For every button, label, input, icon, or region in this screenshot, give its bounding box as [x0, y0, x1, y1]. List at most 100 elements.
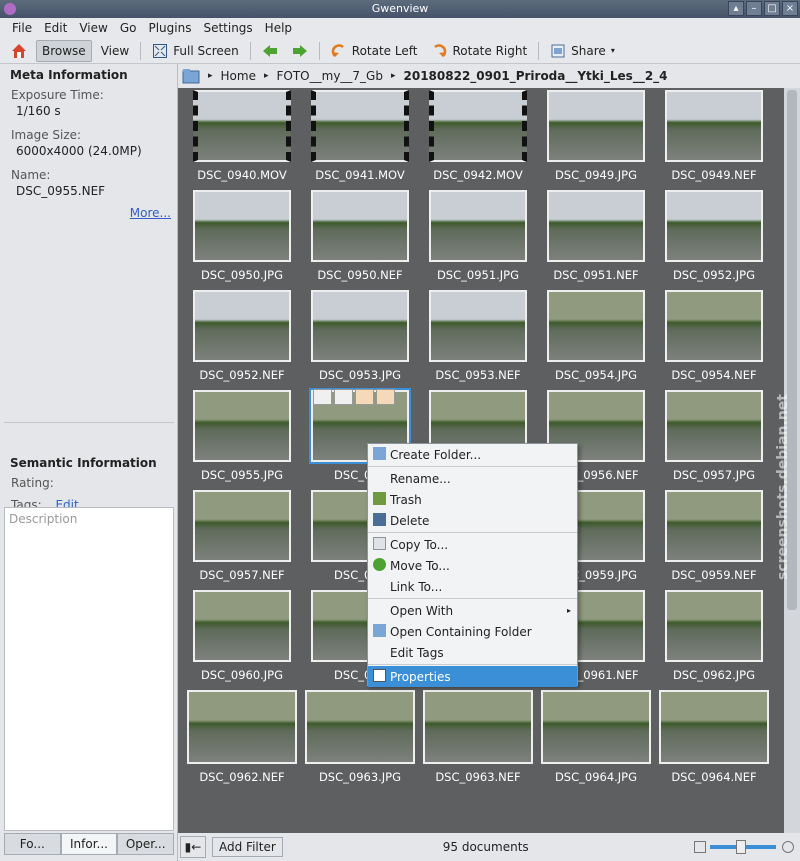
rotate-left-button[interactable]: Rotate Left [326, 40, 423, 62]
menu-plugins[interactable]: Plugins [142, 18, 197, 38]
thumbnail-item[interactable]: DSC_0953.NEF [420, 290, 536, 382]
thumbnail-item[interactable]: DSC_0950.JPG [184, 190, 300, 282]
menu-view[interactable]: View [73, 18, 113, 38]
thumbnail-image[interactable] [665, 290, 763, 362]
thumbnail-image[interactable] [423, 690, 533, 764]
thumbnail-image[interactable] [547, 90, 645, 162]
thumbnail-image[interactable] [193, 590, 291, 662]
thumbnail-image[interactable] [193, 90, 291, 162]
thumbnail-item[interactable]: DSC_0955.JPG [184, 390, 300, 482]
thumbnail-item[interactable]: DSC_0952.JPG [656, 190, 772, 282]
thumbnail-image[interactable] [547, 290, 645, 362]
thumbnail-item[interactable]: DSC_0962.NEF [184, 690, 300, 784]
fullscreen-button[interactable]: Full Screen [147, 40, 244, 62]
rotate-right-button[interactable]: Rotate Right [426, 40, 532, 62]
thumbnail-image[interactable] [311, 190, 409, 262]
menu-help[interactable]: Help [259, 18, 298, 38]
thumbnail-image[interactable] [193, 290, 291, 362]
thumbnail-image[interactable] [665, 90, 763, 162]
rotate-right-icon[interactable] [376, 389, 395, 405]
view-button[interactable]: View [96, 40, 134, 62]
thumbnail-item[interactable]: DSC_0957.NEF [184, 490, 300, 582]
next-button[interactable] [287, 40, 313, 62]
thumbnail-item[interactable]: DSC_0949.JPG [538, 90, 654, 182]
more-link[interactable]: More... [130, 206, 171, 220]
menu-create-folder[interactable]: Create Folder... [368, 444, 577, 465]
thumbnail-item[interactable]: DSC_0963.JPG [302, 690, 418, 784]
thumbnail-item[interactable]: DSC_0950.NEF [302, 190, 418, 282]
thumbnail-item[interactable]: DSC_0959.NEF [656, 490, 772, 582]
thumbnail-item[interactable]: DSC_0953.JPG [302, 290, 418, 382]
keep-above-button[interactable]: ▴ [728, 1, 744, 16]
thumbnail-item[interactable]: DSC_0954.NEF [656, 290, 772, 382]
home-button[interactable] [6, 40, 32, 62]
thumbnail-image[interactable] [305, 690, 415, 764]
menu-delete[interactable]: Delete [368, 510, 577, 531]
thumbnail-item[interactable]: DSC_0940.MOV [184, 90, 300, 182]
tab-operations[interactable]: Oper... [117, 833, 175, 855]
breadcrumb-home[interactable]: Home [221, 69, 256, 83]
tab-folders[interactable]: Fo... [4, 833, 61, 855]
close-button[interactable]: × [782, 1, 798, 16]
thumbnail-image[interactable] [665, 390, 763, 462]
breadcrumb-foto[interactable]: FOTO__my__7_Gb [277, 69, 383, 83]
thumbnail-image[interactable] [193, 490, 291, 562]
menu-open-with[interactable]: Open With ▸ [368, 600, 577, 621]
thumbnail-image[interactable] [429, 90, 527, 162]
menu-properties[interactable]: Properties [368, 666, 577, 687]
thumbnail-image[interactable] [311, 90, 409, 162]
rotate-left-icon[interactable] [355, 389, 374, 405]
menu-edit-tags[interactable]: Edit Tags [368, 642, 577, 663]
breadcrumb-current[interactable]: 20180822_0901_Priroda__Ytki_Les__2_4 [404, 69, 668, 83]
zoom-in-icon[interactable] [782, 841, 794, 853]
menu-rename[interactable]: Rename... [368, 468, 577, 489]
zoom-slider[interactable] [710, 840, 776, 854]
zoom-slider-handle[interactable] [736, 840, 746, 854]
browse-button[interactable]: Browse [36, 39, 92, 62]
thumbnail-image[interactable] [659, 690, 769, 764]
thumbnail-image[interactable] [665, 490, 763, 562]
share-button[interactable]: Share ▾ [545, 40, 620, 62]
toggle-sidebar-button[interactable]: ▮← [180, 836, 206, 858]
thumbnail-image[interactable] [311, 290, 409, 362]
thumbnail-item[interactable]: DSC_0962.JPG [656, 590, 772, 682]
thumbnail-image[interactable] [429, 190, 527, 262]
menu-go[interactable]: Go [114, 18, 143, 38]
thumbnail-item[interactable]: DSC_0960.JPG [184, 590, 300, 682]
menu-move-to[interactable]: Move To... [368, 555, 577, 576]
thumbnail-image[interactable] [193, 390, 291, 462]
menu-edit[interactable]: Edit [38, 18, 73, 38]
thumbnail-item[interactable]: DSC_0952.NEF [184, 290, 300, 382]
maximize-button[interactable]: □ [764, 1, 780, 16]
menu-trash[interactable]: Trash [368, 489, 577, 510]
menu-link-to[interactable]: Link To... [368, 576, 577, 597]
thumbnail-item[interactable]: DSC_0951.NEF [538, 190, 654, 282]
thumbnail-item[interactable]: DSC_0949.NEF [656, 90, 772, 182]
thumbnail-image[interactable] [429, 290, 527, 362]
zoom-out-icon[interactable] [694, 841, 706, 853]
thumbnail-image[interactable] [193, 190, 291, 262]
thumbnail-item[interactable]: DSC_0957.JPG [656, 390, 772, 482]
menu-settings[interactable]: Settings [197, 18, 258, 38]
tab-information[interactable]: Infor... [60, 833, 118, 855]
thumbnail-item[interactable]: DSC_0942.MOV [420, 90, 536, 182]
thumbnail-item[interactable]: DSC_0963.NEF [420, 690, 536, 784]
thumbnail-image[interactable] [547, 190, 645, 262]
thumbnail-item[interactable]: DSC_0941.MOV [302, 90, 418, 182]
thumbnail-item[interactable]: DSC_0964.NEF [656, 690, 772, 784]
fullscreen-icon[interactable] [334, 389, 353, 405]
thumbnail-item[interactable]: DSC_0951.JPG [420, 190, 536, 282]
menu-open-containing-folder[interactable]: Open Containing Folder [368, 621, 577, 642]
thumbnail-item[interactable]: DSC_0964.JPG [538, 690, 654, 784]
thumbnail-image[interactable] [665, 190, 763, 262]
deselect-icon[interactable] [313, 389, 332, 405]
thumbnail-item[interactable]: DSC_0954.JPG [538, 290, 654, 382]
add-filter-button[interactable]: Add Filter [212, 837, 283, 857]
thumbnail-image[interactable] [541, 690, 651, 764]
menu-file[interactable]: File [6, 18, 38, 38]
minimize-button[interactable]: – [746, 1, 762, 16]
previous-button[interactable] [257, 40, 283, 62]
thumbnail-image[interactable] [187, 690, 297, 764]
description-field[interactable]: Description [4, 507, 174, 831]
menu-copy-to[interactable]: Copy To... [368, 534, 577, 555]
